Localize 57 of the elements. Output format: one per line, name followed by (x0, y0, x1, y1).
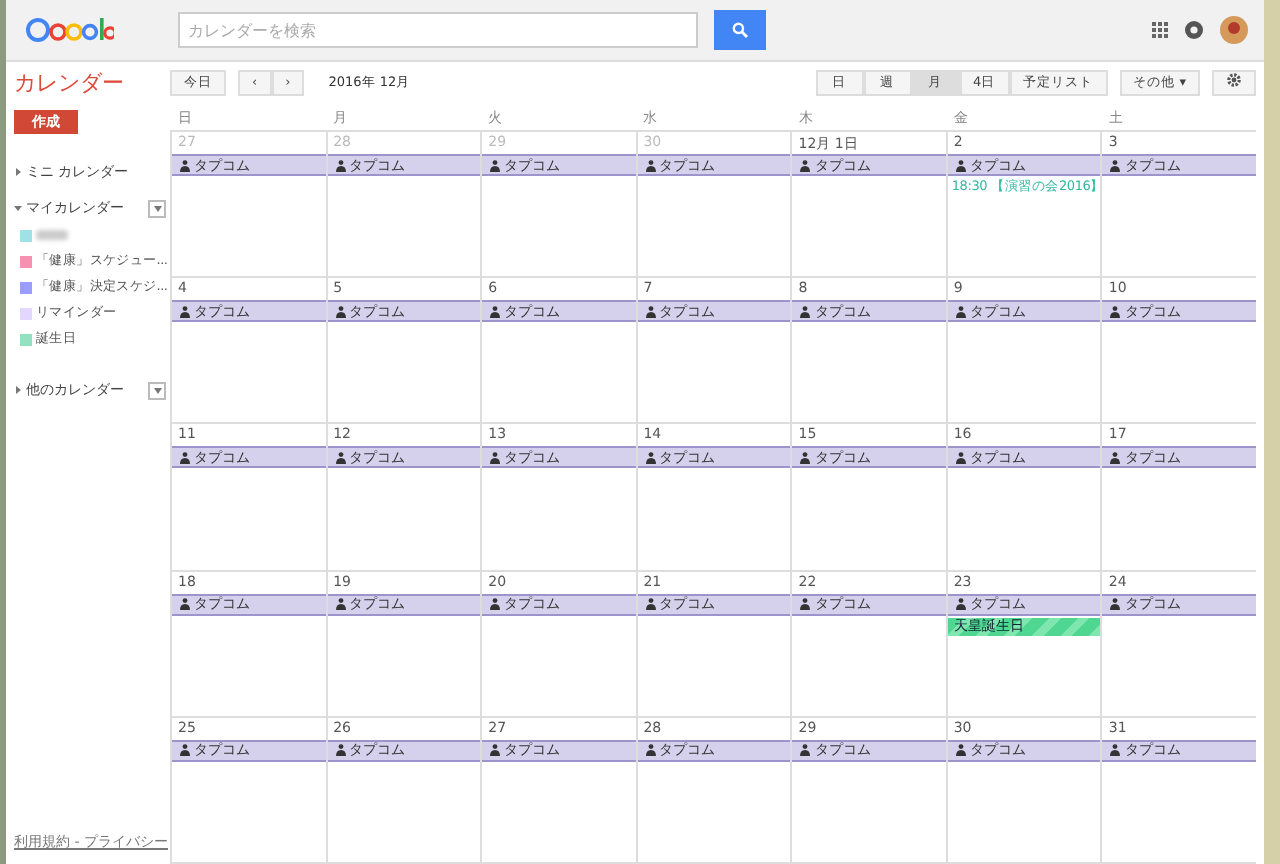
person-icon (800, 159, 811, 171)
calendar-swatch[interactable] (20, 281, 32, 293)
person-icon (490, 744, 501, 757)
person-icon (955, 598, 966, 611)
caret-down-icon[interactable] (14, 204, 22, 212)
settings-button[interactable] (1212, 69, 1256, 95)
menu-dropdown[interactable] (148, 381, 166, 399)
person-icon (1110, 305, 1121, 318)
app-title: カレンダー (14, 67, 126, 99)
search-field[interactable]: カレンダーを検索 (178, 12, 698, 48)
avatar-icon[interactable] (1220, 16, 1248, 44)
person-icon (800, 451, 811, 464)
person-icon (645, 451, 656, 464)
person-icon (800, 598, 811, 611)
caret-right-icon[interactable] (14, 386, 22, 394)
person-icon (1110, 744, 1121, 757)
notification-icon[interactable] (1184, 20, 1204, 40)
person-icon (490, 451, 501, 464)
search-icon (732, 22, 748, 38)
person-icon (335, 159, 346, 171)
person-icon (490, 159, 501, 171)
calendar-swatch[interactable] (20, 307, 32, 319)
person-icon (645, 744, 656, 757)
settings-icon (1226, 72, 1242, 88)
person-icon (1110, 598, 1121, 611)
caret-right-icon[interactable] (14, 168, 22, 176)
person-icon (955, 451, 966, 464)
apps-grid-icon[interactable] (1152, 22, 1168, 38)
person-icon (180, 159, 190, 171)
calendar-swatch[interactable] (20, 229, 32, 241)
person-icon (335, 598, 346, 611)
calendar-swatch[interactable] (20, 333, 32, 345)
caret-down-icon (153, 205, 161, 211)
person-icon (180, 744, 190, 757)
person-icon (335, 744, 346, 757)
person-icon (490, 305, 501, 318)
menu-dropdown[interactable] (148, 199, 166, 217)
person-icon (1110, 451, 1121, 464)
person-icon (800, 744, 811, 757)
person-icon (955, 305, 966, 318)
calendar-swatch[interactable] (20, 255, 32, 267)
person-icon (1110, 159, 1121, 171)
person-icon (645, 159, 656, 171)
person-icon (955, 159, 966, 171)
person-icon (645, 598, 656, 611)
person-icon (335, 451, 346, 464)
person-icon (490, 598, 501, 611)
caret-down-icon (153, 387, 161, 393)
person-icon (180, 305, 190, 318)
person-icon (800, 305, 811, 318)
person-icon (645, 305, 656, 318)
person-icon (955, 744, 966, 757)
person-icon (180, 598, 190, 611)
person-icon (180, 451, 190, 464)
logo-icon (26, 16, 114, 44)
search-button[interactable] (714, 10, 766, 50)
person-icon (335, 305, 346, 318)
